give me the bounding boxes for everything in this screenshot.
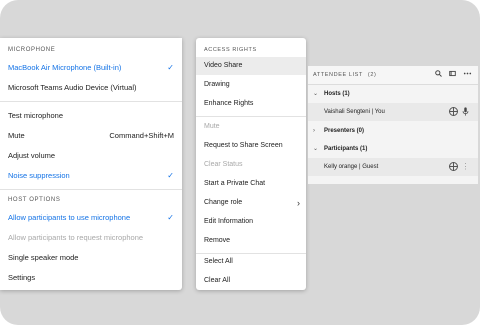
attendee-list-header: ATTENDEE LIST (2) bbox=[308, 66, 478, 85]
participants-group-row[interactable]: ⌄ Participants (1) bbox=[308, 140, 478, 158]
participant-attendee-row[interactable]: Kelly orange | Guest ⋮ bbox=[308, 158, 478, 176]
participant-attendee-name: Kelly orange | Guest bbox=[324, 164, 379, 170]
screenshot-canvas: MICROPHONE MacBook Air Microphone (Built… bbox=[0, 0, 480, 325]
drawing-item[interactable]: Drawing bbox=[196, 76, 306, 94]
chevron-down-icon: ⌄ bbox=[313, 91, 319, 97]
clear-status-item: Clear Status bbox=[196, 156, 306, 174]
checkmark-icon: ✓ bbox=[167, 171, 174, 180]
chevron-right-icon: › bbox=[313, 128, 315, 134]
settings-label: Settings bbox=[8, 273, 36, 282]
mic-option-teams[interactable]: Microsoft Teams Audio Device (Virtual) bbox=[0, 79, 182, 97]
mute-rights-item: Mute bbox=[196, 118, 306, 136]
menu-divider bbox=[0, 101, 182, 102]
video-share-item[interactable]: Video Share bbox=[196, 57, 306, 75]
attendee-list-title-text: ATTENDEE LIST bbox=[313, 72, 363, 78]
allow-request-mic-item: Allow participants to request microphone bbox=[0, 229, 182, 247]
mic-option-macbook[interactable]: MacBook Air Microphone (Built-in) ✓ bbox=[0, 59, 182, 77]
access-rights-header: ACCESS RIGHTS bbox=[204, 47, 257, 53]
layout-icon[interactable] bbox=[449, 70, 458, 79]
settings-item[interactable]: Settings bbox=[0, 269, 182, 287]
globe-icon bbox=[449, 162, 458, 171]
access-rights-menu: ACCESS RIGHTS Video Share Drawing Enhanc… bbox=[196, 38, 306, 290]
mute-label: Mute bbox=[8, 131, 25, 140]
microphone-section-header: MICROPHONE bbox=[8, 47, 56, 53]
chevron-down-icon: ⌄ bbox=[313, 146, 319, 152]
participants-group-label: Participants (1) bbox=[324, 146, 368, 152]
search-icon[interactable] bbox=[435, 70, 444, 79]
mute-rights-label: Mute bbox=[204, 123, 220, 130]
change-role-item[interactable]: Change role › bbox=[196, 194, 306, 212]
attendee-list-panel: ATTENDEE LIST (2) ⌄ Hosts (1) Vaishali S… bbox=[308, 66, 478, 184]
allow-request-mic-label: Allow participants to request microphone bbox=[8, 233, 144, 242]
select-all-label: Select All bbox=[204, 258, 233, 265]
remove-item[interactable]: Remove bbox=[196, 232, 306, 250]
adjust-volume-item[interactable]: Adjust volume bbox=[0, 147, 182, 165]
host-options-section-header: HOST OPTIONS bbox=[8, 197, 61, 203]
hosts-group-label: Hosts (1) bbox=[324, 91, 350, 97]
noise-suppression-item[interactable]: Noise suppression ✓ bbox=[0, 167, 182, 185]
clear-all-label: Clear All bbox=[204, 277, 231, 284]
host-attendee-name: Vaishali Sengteni | You bbox=[324, 109, 385, 115]
attendee-count: (2) bbox=[367, 72, 377, 78]
private-chat-label: Start a Private Chat bbox=[204, 180, 266, 187]
test-microphone-label: Test microphone bbox=[8, 111, 64, 120]
mute-item[interactable]: Mute Command+Shift+M bbox=[0, 127, 182, 145]
request-share-screen-label: Request to Share Screen bbox=[204, 142, 283, 149]
remove-label: Remove bbox=[204, 237, 231, 244]
presenters-group-row[interactable]: › Presenters (0) bbox=[308, 122, 478, 140]
chevron-right-icon: › bbox=[297, 198, 300, 208]
adjust-volume-label: Adjust volume bbox=[8, 151, 56, 160]
request-share-screen-item[interactable]: Request to Share Screen bbox=[196, 137, 306, 155]
single-speaker-mode-label: Single speaker mode bbox=[8, 253, 79, 262]
checkmark-icon: ✓ bbox=[167, 213, 174, 222]
hosts-group-row[interactable]: ⌄ Hosts (1) bbox=[308, 85, 478, 103]
checkmark-icon: ✓ bbox=[167, 63, 174, 72]
test-microphone-item[interactable]: Test microphone bbox=[0, 107, 182, 125]
allow-use-mic-item[interactable]: Allow participants to use microphone ✓ bbox=[0, 209, 182, 227]
microphone-menu: MICROPHONE MacBook Air Microphone (Built… bbox=[0, 38, 182, 290]
allow-use-mic-label: Allow participants to use microphone bbox=[8, 213, 131, 222]
clear-all-item[interactable]: Clear All bbox=[196, 272, 306, 290]
mic-option-macbook-label: MacBook Air Microphone (Built-in) bbox=[8, 63, 122, 72]
video-share-label: Video Share bbox=[204, 62, 243, 69]
change-role-label: Change role bbox=[204, 199, 243, 206]
enhance-rights-label: Enhance Rights bbox=[204, 100, 254, 107]
attendee-list-title: ATTENDEE LIST (2) bbox=[313, 72, 376, 78]
clear-status-label: Clear Status bbox=[204, 161, 243, 168]
attendee-toolbar bbox=[430, 70, 472, 79]
globe-icon bbox=[449, 107, 458, 116]
more-options-icon[interactable] bbox=[463, 72, 472, 79]
mic-option-teams-label: Microsoft Teams Audio Device (Virtual) bbox=[8, 83, 137, 92]
edit-information-item[interactable]: Edit Information bbox=[196, 213, 306, 231]
menu-divider bbox=[196, 116, 306, 117]
mute-shortcut: Command+Shift+M bbox=[109, 131, 174, 140]
microphone-icon[interactable] bbox=[461, 107, 470, 116]
select-all-item[interactable]: Select All bbox=[196, 253, 306, 271]
host-attendee-row[interactable]: Vaishali Sengteni | You bbox=[308, 103, 478, 121]
edit-information-label: Edit Information bbox=[204, 218, 254, 225]
drawing-label: Drawing bbox=[204, 81, 230, 88]
noise-suppression-label: Noise suppression bbox=[8, 171, 70, 180]
single-speaker-mode-item[interactable]: Single speaker mode bbox=[0, 249, 182, 267]
enhance-rights-item[interactable]: Enhance Rights bbox=[196, 95, 306, 113]
menu-divider bbox=[0, 189, 182, 190]
private-chat-item[interactable]: Start a Private Chat bbox=[196, 175, 306, 193]
presenters-group-label: Presenters (0) bbox=[324, 128, 365, 134]
vertical-dots-icon[interactable]: ⋮ bbox=[461, 162, 470, 171]
